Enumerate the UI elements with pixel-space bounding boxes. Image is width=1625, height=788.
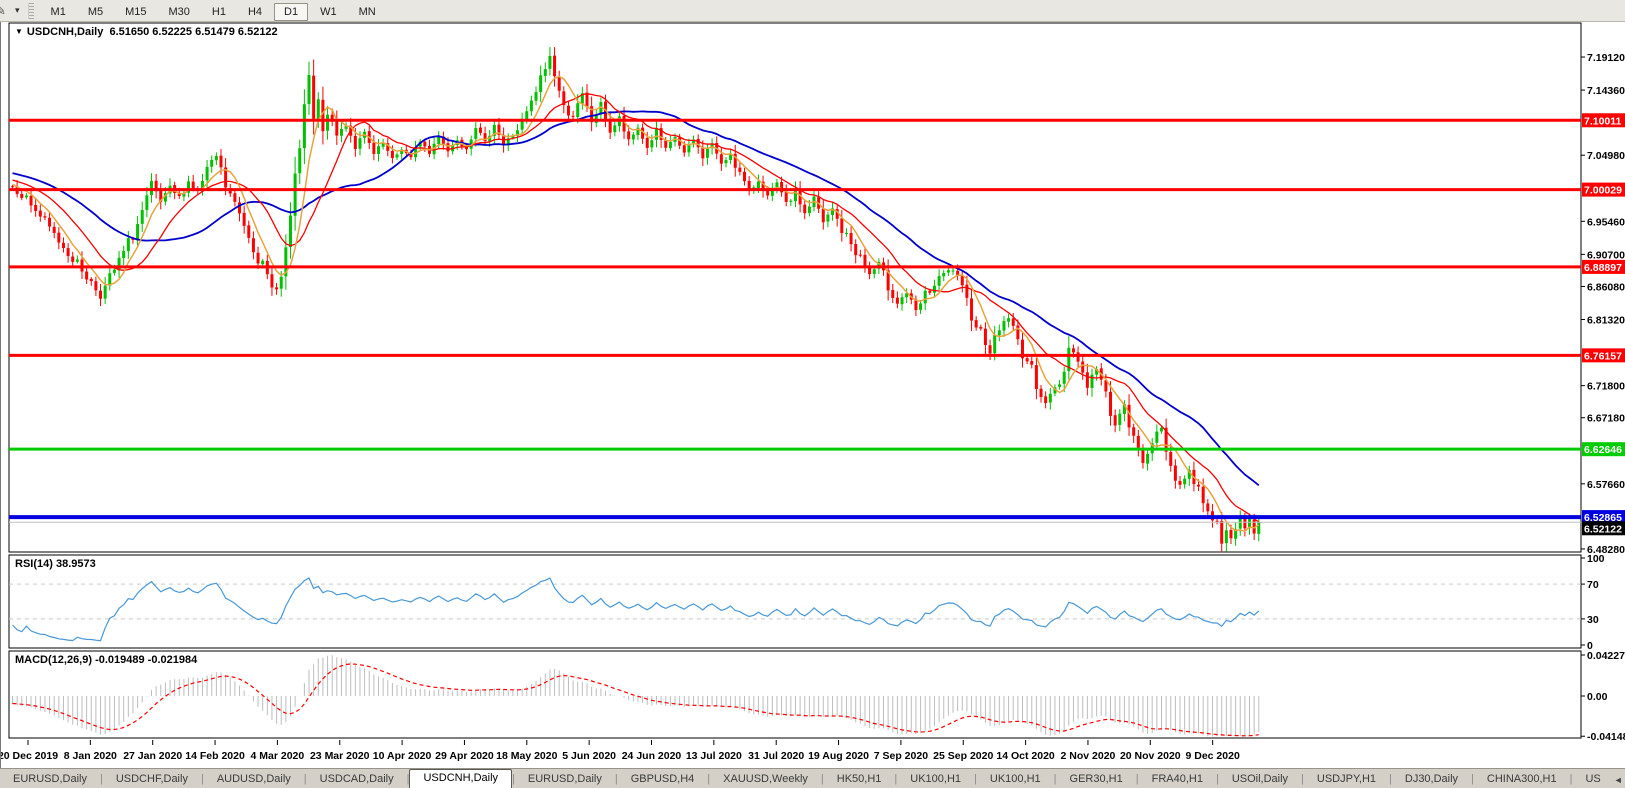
price-axis-label: 6.57660 bbox=[1587, 479, 1625, 491]
timeframe-button-M15[interactable]: M15 bbox=[115, 3, 156, 21]
svg-text:7.10011: 7.10011 bbox=[1584, 115, 1622, 127]
timeframe-button-M5[interactable]: M5 bbox=[78, 3, 113, 21]
price-axis-label: 7.04980 bbox=[1587, 150, 1625, 162]
date-axis-label: 31 Jul 2020 bbox=[748, 750, 804, 762]
date-axis-label: 5 Jun 2020 bbox=[562, 750, 616, 762]
tab-USDCNH-Daily[interactable]: USDCNH,Daily bbox=[409, 769, 513, 788]
price-line-badge-6.88897: 6.88897 bbox=[1582, 259, 1625, 274]
tab-DJ30-Daily[interactable]: DJ30,Daily bbox=[1392, 771, 1471, 788]
top-toolbar: ✎ ▾ M1 M5 M15 M30 H1 H4 D1 W1 MN bbox=[0, 0, 1625, 22]
tab-AUDUSD-Daily[interactable]: AUDUSD,Daily bbox=[204, 771, 304, 788]
rsi-axis-label: 70 bbox=[1587, 579, 1599, 591]
tab-USDJPY-H1[interactable]: USDJPY,H1 bbox=[1304, 771, 1389, 788]
date-axis-label: 2 Nov 2020 bbox=[1061, 750, 1116, 762]
macd-axis-label: 0.042275 bbox=[1587, 650, 1625, 662]
tab-USOil-Daily[interactable]: USOil,Daily bbox=[1219, 771, 1301, 788]
toolbar-grip-handle[interactable] bbox=[27, 2, 34, 19]
price-axis-label: 6.81320 bbox=[1587, 315, 1625, 327]
symbol-dropdown-icon[interactable]: ▼ bbox=[15, 27, 23, 36]
tab-GBPUSD-H4[interactable]: GBPUSD,H4 bbox=[618, 771, 708, 788]
date-axis-label: 7 Sep 2020 bbox=[874, 750, 928, 762]
price-line-badge-7.10011: 7.10011 bbox=[1582, 113, 1625, 128]
price-axis-label: 6.86080 bbox=[1587, 281, 1625, 293]
date-axis-label: 29 Apr 2020 bbox=[435, 750, 494, 762]
svg-text:6.62646: 6.62646 bbox=[1584, 444, 1622, 456]
timeframe-button-H4[interactable]: H4 bbox=[238, 3, 272, 21]
price-line-badge-6.62646: 6.62646 bbox=[1582, 442, 1625, 457]
rsi-indicator-label: RSI(14) 38.9573 bbox=[15, 558, 96, 570]
price-axis-label: 7.14360 bbox=[1587, 85, 1625, 97]
date-axis-label: 19 Aug 2020 bbox=[808, 750, 869, 762]
main-pane[interactable] bbox=[8, 22, 1582, 553]
tab-EURUSD-Daily[interactable]: EURUSD,Daily bbox=[0, 771, 100, 788]
svg-text:7.00029: 7.00029 bbox=[1584, 185, 1622, 197]
date-axis-label: 14 Oct 2020 bbox=[996, 750, 1055, 762]
date-axis-label: 24 Jun 2020 bbox=[622, 750, 682, 762]
timeframe-button-MN[interactable]: MN bbox=[349, 3, 386, 21]
timeframe-button-D1[interactable]: D1 bbox=[274, 2, 309, 21]
date-axis-label: 18 May 2020 bbox=[496, 750, 557, 762]
chart-tab-bar: EURUSD,Daily | USDCHF,Daily | AUDUSD,Daily | U… bbox=[0, 768, 1625, 788]
price-axis-label: 6.67180 bbox=[1587, 413, 1625, 425]
tab-CHINA300-H1[interactable]: CHINA300,H1 bbox=[1474, 771, 1570, 788]
macd-pane[interactable] bbox=[8, 650, 1582, 739]
date-axis-label: 20 Nov 2020 bbox=[1120, 750, 1181, 762]
macd-axis-label: -0.04148 bbox=[1587, 731, 1625, 743]
date-axis-label: 25 Sep 2020 bbox=[933, 750, 993, 762]
timeframe-button-W1[interactable]: W1 bbox=[310, 3, 347, 21]
svg-text:6.76157: 6.76157 bbox=[1584, 350, 1622, 362]
rsi-axis-label: 30 bbox=[1587, 614, 1599, 626]
tab-US[interactable]: US bbox=[1572, 771, 1613, 788]
date-axis[interactable]: 20 Dec 2019 8 Jan 2020 27 Jan 2020 14 Feb 2… bbox=[0, 740, 1240, 762]
rsi-pane[interactable] bbox=[8, 554, 1582, 649]
tab-scroll-controls: ◄ ► bbox=[1614, 775, 1625, 788]
chart-title: ▼ USDCNH,Daily 6.51650 6.52225 6.51479 6.… bbox=[15, 26, 278, 38]
date-axis-label: 27 Jan 2020 bbox=[123, 750, 182, 762]
rsi-axis-label: 100 bbox=[1587, 553, 1605, 565]
chart-title-ohlc: 6.51650 6.52225 6.51479 6.52122 bbox=[109, 26, 278, 38]
tab-GER30-H1[interactable]: GER30,H1 bbox=[1057, 771, 1136, 788]
tab-UK100-H1[interactable]: UK100,H1 bbox=[897, 771, 974, 788]
date-axis-label: 20 Dec 2019 bbox=[1, 750, 58, 762]
price-line-badge-6.76157: 6.76157 bbox=[1582, 348, 1625, 363]
price-axis-label: 7.19120 bbox=[1587, 52, 1625, 64]
tab-XAUUSD-Weekly[interactable]: XAUUSD,Weekly bbox=[710, 771, 821, 788]
price-axis-label: 6.71800 bbox=[1587, 381, 1625, 393]
tab-scroll-left-icon[interactable]: ◄ bbox=[1614, 775, 1623, 785]
tab-HK50-H1[interactable]: HK50,H1 bbox=[824, 771, 895, 788]
price-line-badge-7.00029: 7.00029 bbox=[1582, 182, 1625, 197]
tab-USDCHF-Daily[interactable]: USDCHF,Daily bbox=[103, 771, 201, 788]
timeframe-button-M1[interactable]: M1 bbox=[41, 3, 76, 21]
date-axis-label: 23 Mar 2020 bbox=[310, 750, 370, 762]
svg-text:6.52122: 6.52122 bbox=[1584, 523, 1622, 535]
date-axis-label: 14 Feb 2020 bbox=[185, 750, 245, 762]
date-axis-label: 9 Dec 2020 bbox=[1186, 750, 1240, 762]
date-axis-label: 4 Mar 2020 bbox=[251, 750, 305, 762]
macd-indicator-label: MACD(12,26,9) -0.019489 -0.021984 bbox=[15, 654, 198, 666]
price-axis-label: 6.90700 bbox=[1587, 249, 1625, 261]
timeframe-button-H1[interactable]: H1 bbox=[202, 3, 236, 21]
price-axis: 7.19120 7.14360 7.04980 6.95460 6.90700 6.860… bbox=[1581, 52, 1625, 743]
draw-tool-icon[interactable]: ✎ bbox=[0, 3, 13, 19]
timeframe-button-group: M1 M5 M15 M30 H1 H4 D1 W1 MN bbox=[40, 2, 387, 21]
date-axis-label: 13 Jul 2020 bbox=[686, 750, 742, 762]
tab-EURUSD-Daily[interactable]: EURUSD,Daily bbox=[515, 771, 615, 788]
date-axis-label: 10 Apr 2020 bbox=[373, 750, 432, 762]
price-axis-label: 6.95460 bbox=[1587, 216, 1625, 228]
macd-axis-label: 0.00 bbox=[1587, 691, 1608, 703]
date-axis-label: 8 Jan 2020 bbox=[64, 750, 117, 762]
chart-window: 7.19120 7.14360 7.04980 6.95460 6.90700 6.860… bbox=[0, 22, 1625, 768]
tab-UK100-H1[interactable]: UK100,H1 bbox=[977, 771, 1054, 788]
chart-title-symbol: USDCNH,Daily bbox=[26, 26, 104, 38]
timeframe-button-M30[interactable]: M30 bbox=[159, 3, 200, 21]
current-price-badge: 6.52122 bbox=[1582, 521, 1625, 536]
dropdown-caret-icon[interactable]: ▾ bbox=[15, 5, 20, 16]
price-chart-canvas[interactable]: 7.19120 7.14360 7.04980 6.95460 6.90700 6.860… bbox=[0, 22, 1625, 768]
svg-text:6.88897: 6.88897 bbox=[1584, 262, 1622, 274]
tab-FRA40-H1[interactable]: FRA40,H1 bbox=[1139, 771, 1216, 788]
tab-USDCAD-Daily[interactable]: USDCAD,Daily bbox=[307, 771, 407, 788]
